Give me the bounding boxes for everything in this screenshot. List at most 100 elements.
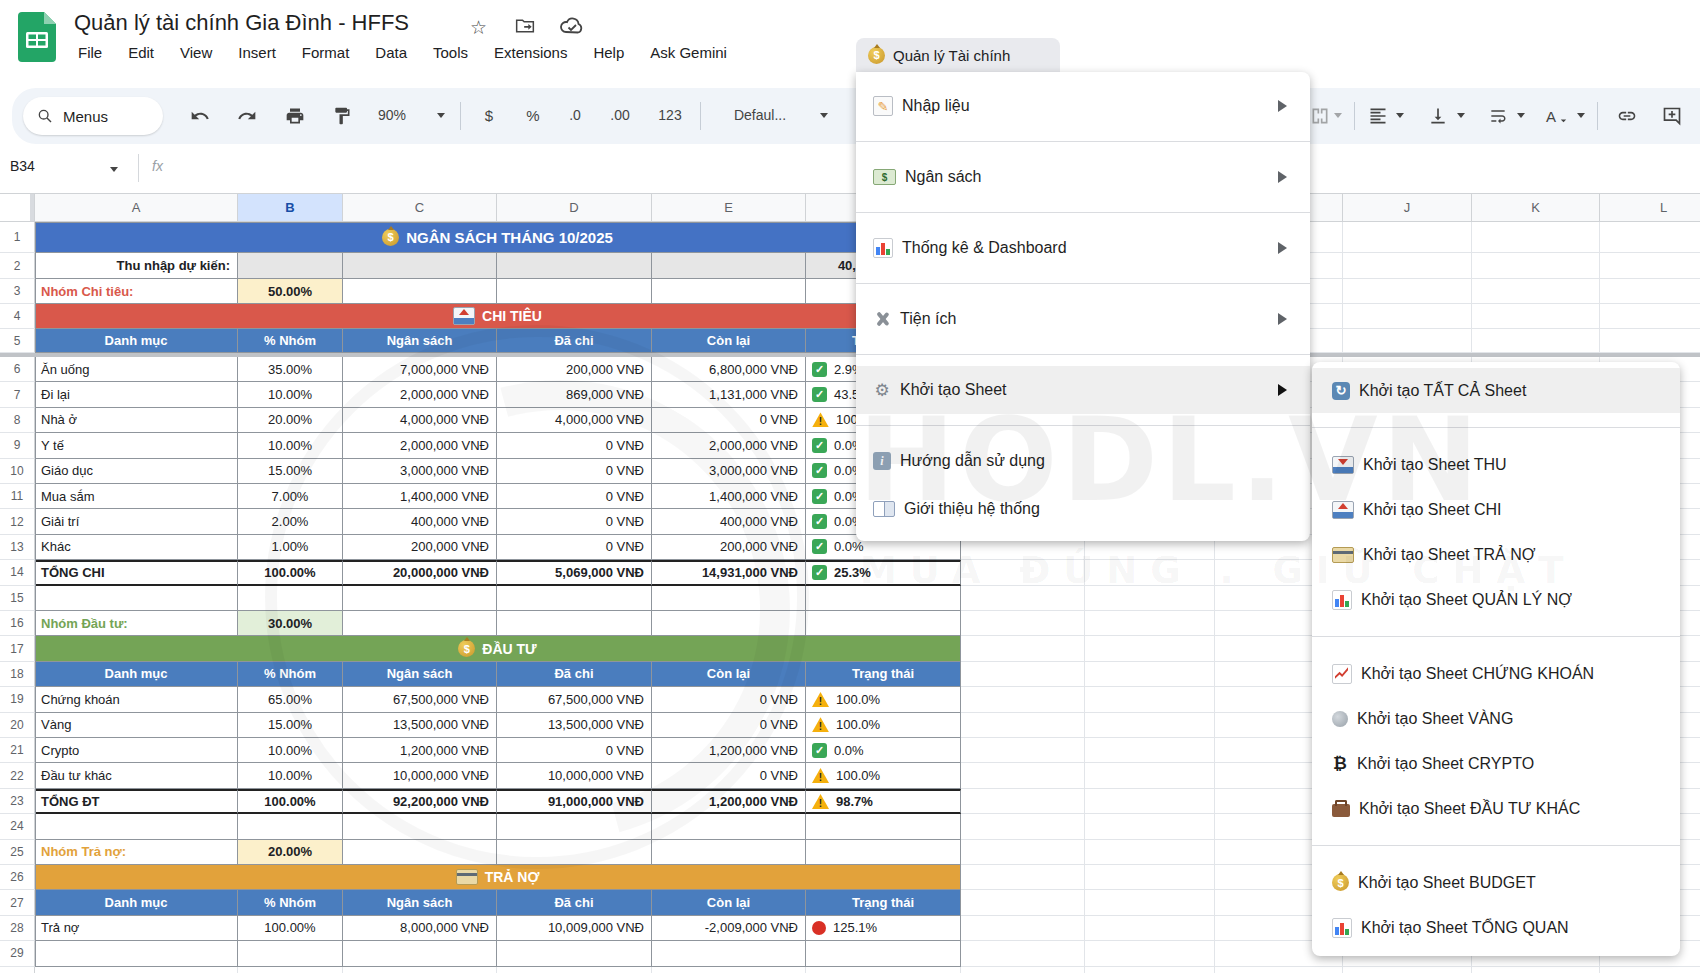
grid-cell-L5[interactable] (1600, 329, 1700, 353)
sheet-init-menu-item[interactable]: Khởi tạo Sheet ĐẦU TƯ KHÁC (1312, 786, 1680, 831)
grid-cell-G27[interactable] (961, 890, 1085, 915)
document-title[interactable]: Quản lý tài chính Gia Đình - HFFS (74, 10, 409, 36)
grid-cell-H20[interactable] (1085, 713, 1215, 738)
row-header-8[interactable]: 8 (0, 408, 35, 433)
grid-cell-H23[interactable] (1085, 789, 1215, 814)
undo-button[interactable] (188, 104, 212, 128)
row-header-25[interactable]: 25 (0, 840, 35, 865)
row-header-26[interactable]: 26 (0, 865, 35, 890)
grid-cell-E23[interactable]: 1,200,000 VNĐ (652, 789, 806, 814)
grid-cell-E14[interactable]: 14,931,000 VNĐ (652, 560, 806, 585)
grid-cell-B30[interactable] (238, 967, 343, 973)
grid-cell-D19[interactable]: 67,500,000 VNĐ (497, 687, 652, 712)
text-wrap-caret-icon[interactable] (1517, 113, 1525, 118)
grid-cell-B28[interactable]: 100.00% (238, 916, 343, 941)
menus-search[interactable]: Menus (23, 97, 163, 135)
grid-cell-C6[interactable]: 7,000,000 VNĐ (343, 357, 497, 382)
grid-cell-D20[interactable]: 13,500,000 VNĐ (497, 713, 652, 738)
menubar-item[interactable]: Insert (238, 44, 276, 61)
grid-cell-E24[interactable] (652, 814, 806, 839)
grid-cell-C15[interactable] (343, 586, 497, 611)
grid-cell-B23[interactable]: 100.00% (238, 789, 343, 814)
grid-cell-A24[interactable] (35, 814, 238, 839)
grid-cell-E28[interactable]: -2,009,000 VNĐ (652, 916, 806, 941)
row-header-2[interactable]: 2 (0, 253, 35, 279)
grid-cell-A12[interactable]: Giải trí (35, 509, 238, 534)
grid-cell-F14[interactable]: ✓25.3% (806, 560, 961, 585)
grid-cell-D3[interactable] (497, 279, 652, 304)
grid-cell-B2[interactable] (238, 253, 343, 279)
row-header-30[interactable]: 30 (0, 967, 35, 973)
grid-cell-J30[interactable] (1343, 967, 1472, 973)
grid-cell-D21[interactable]: 0 VNĐ (497, 738, 652, 763)
grid-cell-F19[interactable]: !100.0% (806, 687, 961, 712)
text-rotation-caret-icon[interactable] (1577, 113, 1585, 118)
vertical-align-caret-icon[interactable] (1457, 113, 1465, 118)
vertical-align-button[interactable] (1426, 104, 1450, 128)
row-header-6[interactable]: 6 (0, 357, 35, 382)
grid-cell-H26[interactable] (1085, 865, 1215, 890)
grid-cell-A2[interactable]: Thu nhập dự kiến: (35, 253, 238, 279)
column-header-L[interactable]: L (1600, 193, 1700, 222)
grid-cell-C21[interactable]: 1,200,000 VNĐ (343, 738, 497, 763)
grid-cell-D8[interactable]: 4,000,000 VNĐ (497, 408, 652, 433)
row-header-29[interactable]: 29 (0, 941, 35, 966)
grid-cell-C5[interactable]: Ngân sách (343, 329, 497, 353)
grid-cell-D30[interactable] (497, 967, 652, 973)
grid-cell-L2[interactable] (1600, 253, 1700, 279)
grid-cell-G19[interactable] (961, 687, 1085, 712)
grid-cell-H24[interactable] (1085, 814, 1215, 839)
grid-cell-G21[interactable] (961, 738, 1085, 763)
row-header-9[interactable]: 9 (0, 433, 35, 458)
grid-cell-E5[interactable]: Còn lại (652, 329, 806, 353)
grid-cell-E7[interactable]: 1,131,000 VNĐ (652, 382, 806, 407)
name-box[interactable]: B34 (10, 158, 35, 174)
grid-cell-F24[interactable] (806, 814, 961, 839)
sheet-init-menu-item[interactable]: Khởi tạo Sheet CHỨNG KHOÁN (1312, 651, 1680, 696)
grid-cell-L3[interactable] (1600, 279, 1700, 304)
grid-cell-C28[interactable]: 8,000,000 VNĐ (343, 916, 497, 941)
grid-cell-C2[interactable] (343, 253, 497, 279)
grid-cell-D16[interactable] (497, 611, 652, 636)
grid-cell-G16[interactable] (961, 611, 1085, 636)
print-button[interactable] (283, 104, 307, 128)
grid-cell-E25[interactable] (652, 840, 806, 865)
column-header-J[interactable]: J (1343, 193, 1472, 222)
row-header-15[interactable]: 15 (0, 586, 35, 611)
grid-cell-E9[interactable]: 2,000,000 VNĐ (652, 433, 806, 458)
grid-cell-B16[interactable]: 30.00% (238, 611, 343, 636)
grid-cell-A7[interactable]: Đi lại (35, 382, 238, 407)
text-rotation-button[interactable]: A (1546, 104, 1570, 128)
grid-cell-C3[interactable] (343, 279, 497, 304)
grid-cell-H27[interactable] (1085, 890, 1215, 915)
grid-cell-C11[interactable]: 1,400,000 VNĐ (343, 484, 497, 509)
grid-cell-E18[interactable]: Còn lại (652, 662, 806, 687)
grid-cell-A6[interactable]: Ăn uống (35, 357, 238, 382)
grid-cell-F15[interactable] (806, 586, 961, 611)
grid-cell-B27[interactable]: % Nhóm (238, 890, 343, 915)
grid-cell-B15[interactable] (238, 586, 343, 611)
grid-cell-J4[interactable] (1343, 304, 1472, 329)
grid-cell-B9[interactable]: 10.00% (238, 433, 343, 458)
grid-cell-B5[interactable]: % Nhóm (238, 329, 343, 353)
more-formats-button[interactable]: 123 (658, 107, 681, 123)
grid-cell-A19[interactable]: Chứng khoán (35, 687, 238, 712)
menubar-item[interactable]: Data (375, 44, 407, 61)
grid-cell-E13[interactable]: 200,000 VNĐ (652, 535, 806, 560)
grid-cell-C20[interactable]: 13,500,000 VNĐ (343, 713, 497, 738)
grid-cell-C13[interactable]: 200,000 VNĐ (343, 535, 497, 560)
grid-cell-E20[interactable]: 0 VNĐ (652, 713, 806, 738)
grid-cell-D24[interactable] (497, 814, 652, 839)
grid-cell-F27[interactable]: Trạng thái (806, 890, 961, 915)
move-folder-icon[interactable] (514, 16, 536, 36)
sheets-logo[interactable] (18, 12, 56, 62)
grid-cell-B14[interactable]: 100.00% (238, 560, 343, 585)
sheet-init-menu-item[interactable]: Khởi tạo Sheet CHI (1312, 487, 1680, 532)
increase-decimal-button[interactable]: .00 (610, 107, 629, 123)
sheet-init-menu-item[interactable]: ₿Khởi tạo Sheet CRYPTO (1312, 741, 1680, 786)
grid-cell-C8[interactable]: 4,000,000 VNĐ (343, 408, 497, 433)
grid-cell-B29[interactable] (238, 941, 343, 966)
grid-cell-L4[interactable] (1600, 304, 1700, 329)
grid-cell-F18[interactable]: Trạng thái (806, 662, 961, 687)
grid-cell-B13[interactable]: 1.00% (238, 535, 343, 560)
